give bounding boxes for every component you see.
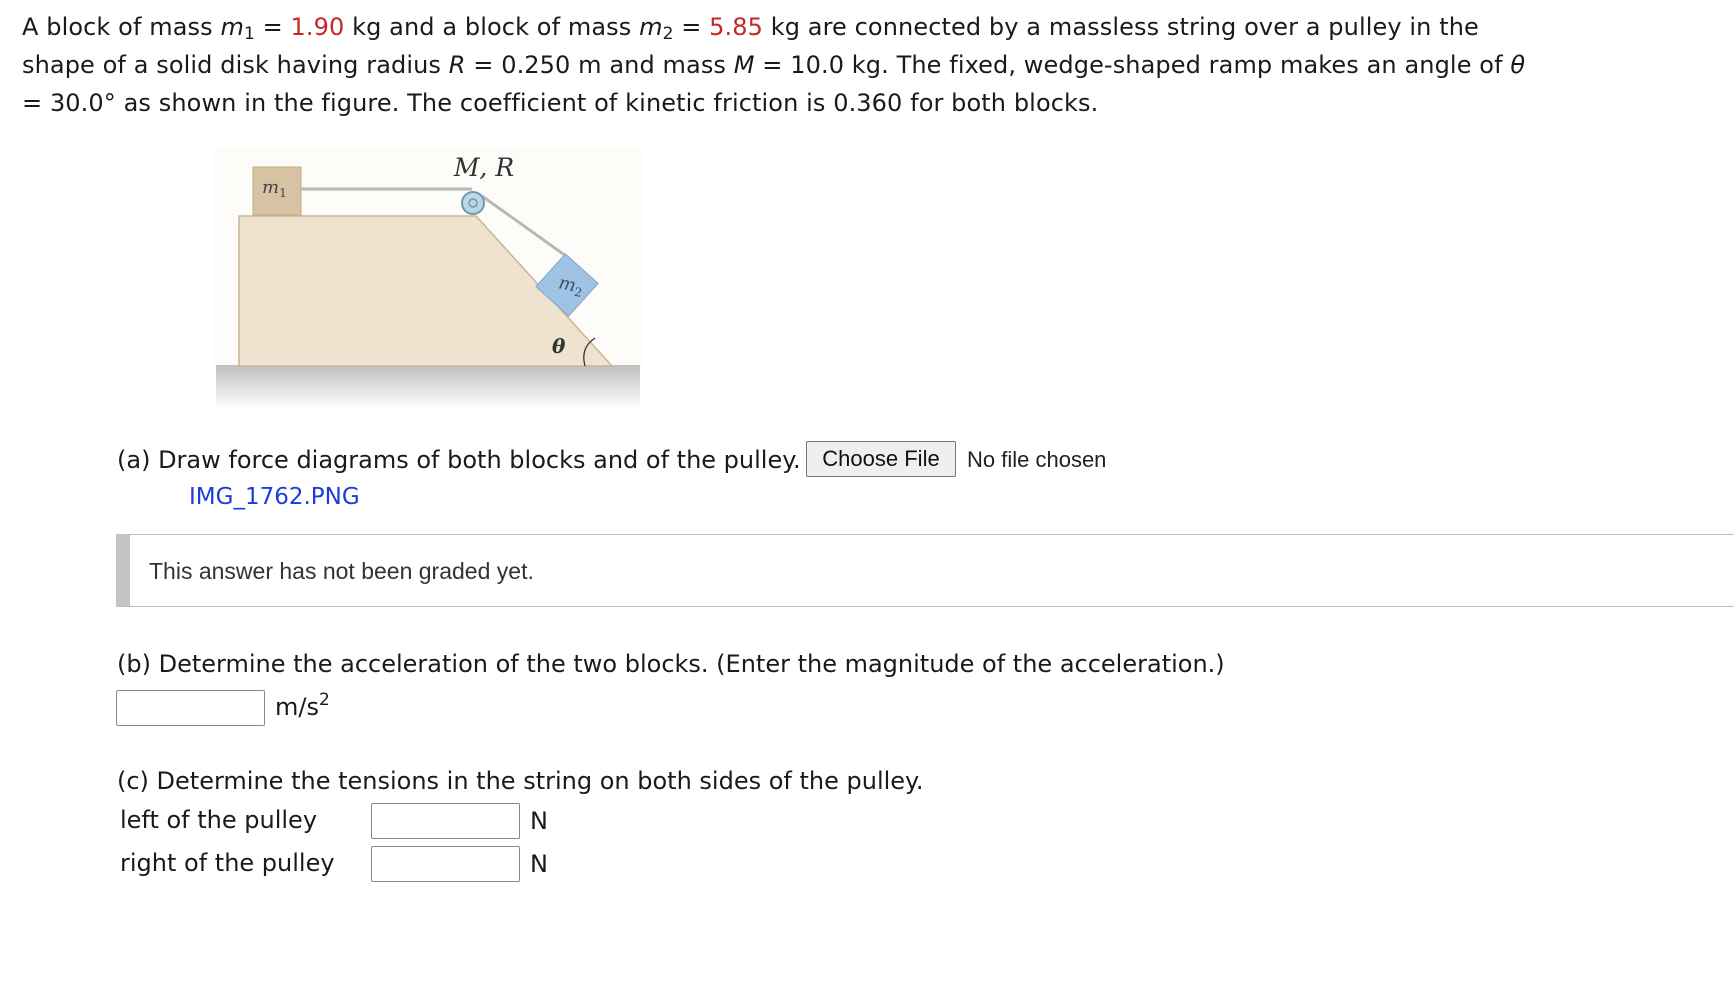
- part-c-question: (c) Determine the tensions in the string…: [117, 767, 924, 795]
- acceleration-input[interactable]: [116, 690, 265, 726]
- radius-symbol: R: [448, 51, 466, 79]
- tension-left-unit: N: [530, 807, 548, 835]
- tension-right-unit: N: [530, 850, 548, 878]
- tension-left-input[interactable]: [371, 803, 520, 839]
- problem-text: = 0.250 m and mass: [465, 51, 734, 79]
- problem-text: A block of mass: [22, 13, 221, 41]
- grading-status-text: This answer has not been graded yet.: [149, 558, 534, 584]
- choose-file-button[interactable]: Choose File: [806, 441, 956, 477]
- tension-right-label: right of the pulley: [120, 849, 335, 877]
- m2-value: 5.85: [709, 13, 763, 41]
- acceleration-unit: m/s2: [275, 690, 330, 722]
- pulley-icon: [461, 191, 485, 215]
- pulley-mass-symbol: M: [733, 51, 755, 79]
- physics-figure: M, R m1 m2 θ: [214, 148, 642, 409]
- problem-text: = 10.0 kg. The fixed, wedge-shaped ramp …: [754, 51, 1511, 79]
- equals-sign: =: [673, 13, 710, 41]
- problem-text: = 30.0° as shown in the figure. The coef…: [22, 89, 1099, 117]
- m1-symbol: m: [220, 13, 244, 41]
- m2-symbol: m: [639, 13, 663, 41]
- m1-value: 1.90: [290, 13, 345, 41]
- uploaded-file-link[interactable]: IMG_1762.PNG: [189, 484, 360, 510]
- problem-statement: A block of mass m1 = 1.90 kg and a block…: [22, 8, 1542, 122]
- theta-symbol: θ: [1510, 51, 1526, 79]
- m1-subscript: 1: [243, 24, 255, 44]
- m2-subscript: 2: [662, 24, 674, 44]
- part-a-question: (a) Draw force diagrams of both blocks a…: [117, 446, 801, 474]
- floor: [216, 365, 640, 409]
- equals-sign: =: [254, 13, 291, 41]
- problem-text: kg and a block of mass: [344, 13, 640, 41]
- angle-label: θ: [552, 334, 566, 358]
- pulley-label: M, R: [453, 153, 514, 182]
- tension-right-input[interactable]: [371, 846, 520, 882]
- tension-left-label: left of the pulley: [120, 806, 318, 834]
- file-status: No file chosen: [967, 447, 1107, 472]
- part-b-question: (b) Determine the acceleration of the tw…: [117, 650, 1225, 678]
